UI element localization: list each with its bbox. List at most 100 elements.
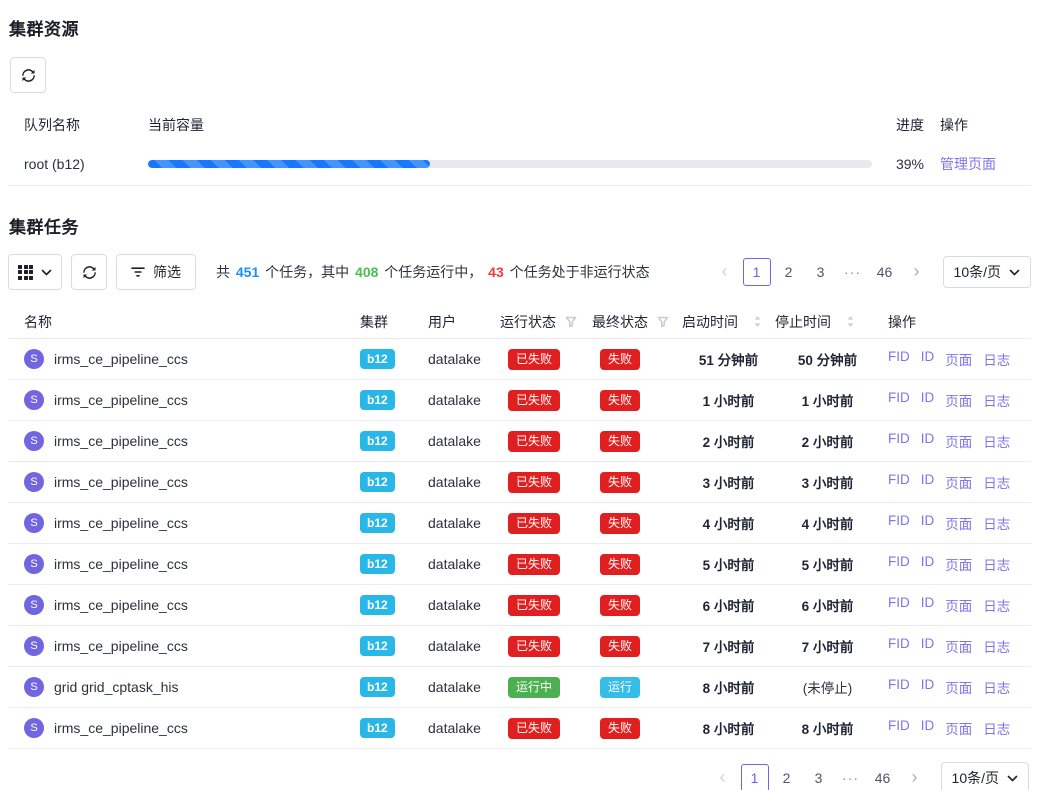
action-link-日志[interactable]: 日志 xyxy=(983,636,1010,656)
action-link-fid[interactable]: FID xyxy=(888,349,910,369)
action-link-fid[interactable]: FID xyxy=(888,677,910,697)
action-link-id[interactable]: ID xyxy=(921,472,935,492)
refresh-resources-button[interactable] xyxy=(10,57,46,93)
page-size-select[interactable]: 10条/页 xyxy=(943,256,1031,288)
action-link-id[interactable]: ID xyxy=(921,431,935,451)
page-button-2[interactable]: 2 xyxy=(773,764,801,790)
final-status-badge: 失败 xyxy=(600,718,640,739)
refresh-icon xyxy=(21,68,36,83)
pagination-top: ‹ 1 2 3 ··· 46 › 10条/页 xyxy=(711,256,1031,288)
action-link-页面[interactable]: 页面 xyxy=(945,472,972,492)
page-button-1[interactable]: 1 xyxy=(741,764,769,790)
page-button-46[interactable]: 46 xyxy=(869,764,897,790)
summary-text: 个任务运行中， xyxy=(380,264,486,280)
action-link-fid[interactable]: FID xyxy=(888,718,910,738)
stop-time: 8 小时前 xyxy=(775,718,880,738)
next-page-button[interactable]: › xyxy=(903,258,931,286)
action-link-页面[interactable]: 页面 xyxy=(945,390,972,410)
final-status-header[interactable]: 最终状态 xyxy=(592,312,682,332)
action-link-fid[interactable]: FID xyxy=(888,595,910,615)
action-link-页面[interactable]: 页面 xyxy=(945,513,972,533)
summary-text: 个任务处于非运行状态 xyxy=(506,264,650,280)
action-link-页面[interactable]: 页面 xyxy=(945,595,972,615)
table-row: S irms_ce_pipeline_ccs b12 datalake 已失败 … xyxy=(8,421,1031,462)
action-link-日志[interactable]: 日志 xyxy=(983,349,1010,369)
action-link-id[interactable]: ID xyxy=(921,390,935,410)
run-status-header[interactable]: 运行状态 xyxy=(500,312,592,332)
action-link-日志[interactable]: 日志 xyxy=(983,472,1010,492)
table-row: S irms_ce_pipeline_ccs b12 datalake 已失败 … xyxy=(8,380,1031,421)
action-link-日志[interactable]: 日志 xyxy=(983,718,1010,738)
action-link-日志[interactable]: 日志 xyxy=(983,677,1010,697)
action-link-页面[interactable]: 页面 xyxy=(945,718,972,738)
action-link-日志[interactable]: 日志 xyxy=(983,554,1010,574)
avatar: S xyxy=(24,636,44,656)
action-link-id[interactable]: ID xyxy=(921,349,935,369)
action-link-fid[interactable]: FID xyxy=(888,431,910,451)
filter-button[interactable]: 筛选 xyxy=(116,254,196,290)
action-link-fid[interactable]: FID xyxy=(888,390,910,410)
chevron-down-icon xyxy=(41,267,52,278)
user-name: datalake xyxy=(428,474,500,490)
next-page-button[interactable]: › xyxy=(901,764,929,790)
row-actions: FID ID 页面日志 xyxy=(880,431,1031,451)
task-name: irms_ce_pipeline_ccs xyxy=(54,351,188,367)
not-running-task-count: 43 xyxy=(488,264,504,280)
start-time: 7 小时前 xyxy=(682,636,775,656)
action-link-fid[interactable]: FID xyxy=(888,636,910,656)
action-link-id[interactable]: ID xyxy=(921,677,935,697)
action-link-日志[interactable]: 日志 xyxy=(983,513,1010,533)
action-link-id[interactable]: ID xyxy=(921,554,935,574)
page-ellipsis[interactable]: ··· xyxy=(839,258,867,286)
prev-page-button[interactable]: ‹ xyxy=(709,764,737,790)
action-link-日志[interactable]: 日志 xyxy=(983,390,1010,410)
action-link-页面[interactable]: 页面 xyxy=(945,636,972,656)
start-time: 2 小时前 xyxy=(682,431,775,451)
stop-time: 3 小时前 xyxy=(775,472,880,492)
table-row: S irms_ce_pipeline_ccs b12 datalake 已失败 … xyxy=(8,626,1031,667)
action-link-fid[interactable]: FID xyxy=(888,554,910,574)
stop-time-header[interactable]: 停止时间 xyxy=(775,312,880,332)
action-link-id[interactable]: ID xyxy=(921,595,935,615)
manage-page-link[interactable]: 管理页面 xyxy=(940,156,996,172)
page-size-select[interactable]: 10条/页 xyxy=(941,762,1029,790)
column-settings-button[interactable] xyxy=(8,254,62,290)
start-time-header[interactable]: 启动时间 xyxy=(682,312,775,332)
refresh-icon xyxy=(82,265,97,280)
page-button-3[interactable]: 3 xyxy=(805,764,833,790)
action-link-页面[interactable]: 页面 xyxy=(945,431,972,451)
tasks-action-header: 操作 xyxy=(880,312,1031,332)
action-link-fid[interactable]: FID xyxy=(888,513,910,533)
action-link-日志[interactable]: 日志 xyxy=(983,595,1010,615)
queue-row: root (b12) 39% 管理页面 xyxy=(8,142,1031,186)
filter-button-label: 筛选 xyxy=(153,262,181,282)
prev-page-button[interactable]: ‹ xyxy=(711,258,739,286)
action-link-页面[interactable]: 页面 xyxy=(945,349,972,369)
action-link-fid[interactable]: FID xyxy=(888,472,910,492)
page-button-46[interactable]: 46 xyxy=(871,258,899,286)
filter-funnel-icon[interactable] xyxy=(657,316,669,328)
cluster-tasks-title: 集群任务 xyxy=(9,213,1031,238)
tasks-toolbar: 筛选 共 451 个任务，其中 408 个任务运行中， 43 个任务处于非运行状… xyxy=(8,254,1031,290)
action-link-id[interactable]: ID xyxy=(921,718,935,738)
avatar: S xyxy=(24,349,44,369)
page-button-3[interactable]: 3 xyxy=(807,258,835,286)
action-link-id[interactable]: ID xyxy=(921,513,935,533)
final-status-badge: 失败 xyxy=(600,349,640,370)
avatar: S xyxy=(24,431,44,451)
page-ellipsis[interactable]: ··· xyxy=(837,764,865,790)
page-button-2[interactable]: 2 xyxy=(775,258,803,286)
action-link-页面[interactable]: 页面 xyxy=(945,554,972,574)
filter-funnel-icon[interactable] xyxy=(565,316,577,328)
action-link-页面[interactable]: 页面 xyxy=(945,677,972,697)
action-link-日志[interactable]: 日志 xyxy=(983,431,1010,451)
final-status-badge: 运行 xyxy=(600,677,640,698)
action-link-id[interactable]: ID xyxy=(921,636,935,656)
page-button-1[interactable]: 1 xyxy=(743,258,771,286)
final-status-badge: 失败 xyxy=(600,636,640,657)
cluster-badge: b12 xyxy=(360,718,395,738)
sort-icon[interactable] xyxy=(753,315,762,328)
start-time: 8 小时前 xyxy=(682,718,775,738)
sort-icon[interactable] xyxy=(846,315,855,328)
refresh-tasks-button[interactable] xyxy=(71,254,107,290)
